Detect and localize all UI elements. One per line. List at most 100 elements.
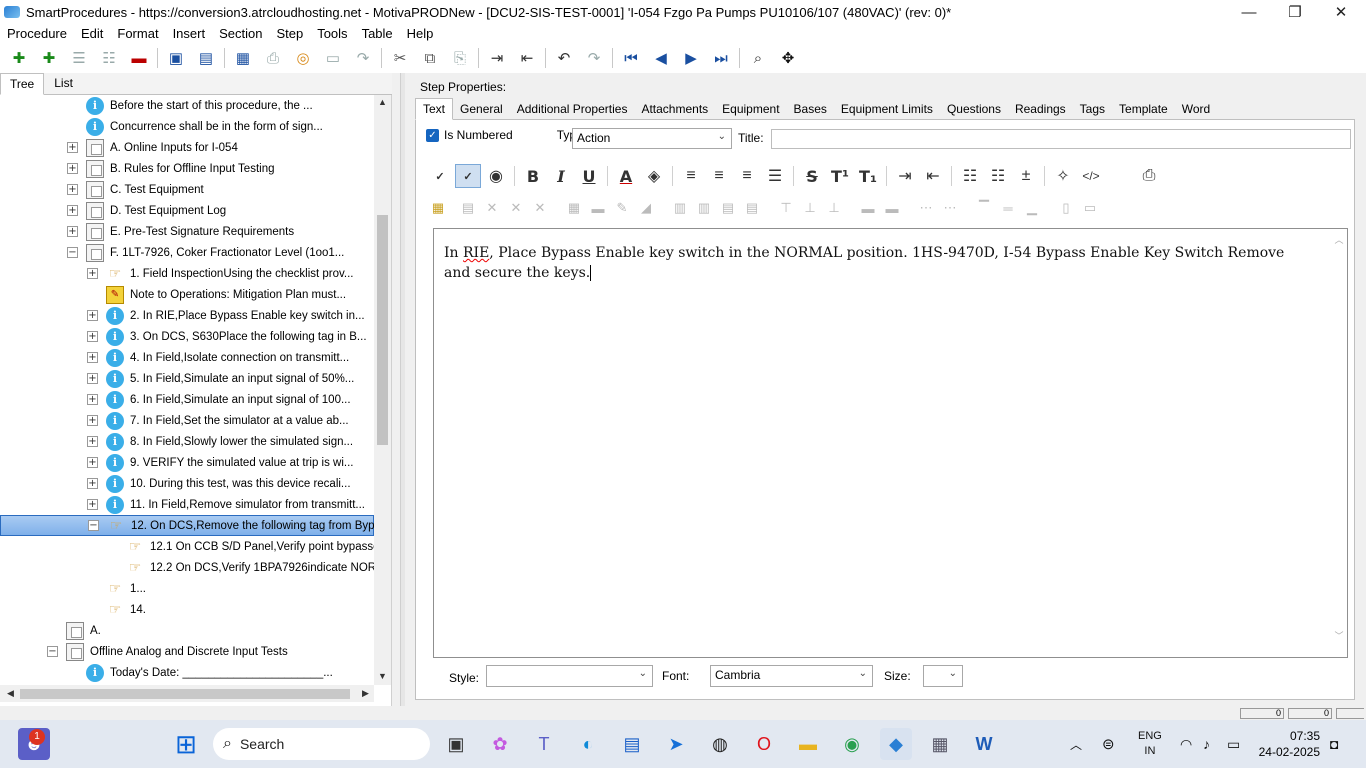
export-icon[interactable]: ▦ (232, 47, 254, 69)
paste-icon[interactable]: ⎘ (449, 47, 471, 69)
italic-button[interactable]: I (548, 164, 574, 188)
taskbar-search[interactable]: ⌕ Search (213, 728, 430, 760)
next-icon[interactable]: ▶ (680, 47, 702, 69)
tab-word[interactable]: Word (1175, 99, 1217, 119)
insert-table-icon[interactable]: ▦ (427, 198, 449, 218)
tree-node[interactable]: i Concurrence shall be in the form of sig… (0, 116, 374, 137)
tree-node[interactable]: + i 2. In RIE,Place Bypass Enable key swit… (0, 305, 374, 326)
distribute-cols-icon[interactable]: ⋯ (939, 198, 961, 218)
file-explorer-icon[interactable]: ▬ (792, 728, 824, 760)
align-left-icon[interactable]: ≡ (678, 164, 704, 188)
cell-fill-icon[interactable]: ◢ (635, 198, 657, 218)
column-width-icon[interactable]: ▯ (1055, 198, 1077, 218)
add-sub-icon[interactable]: ✚ (38, 47, 60, 69)
expand-icon[interactable]: + (67, 184, 78, 195)
tab-equipment-limits[interactable]: Equipment Limits (834, 99, 940, 119)
scroll-down-icon[interactable]: ▼ (374, 671, 391, 681)
menu-tools[interactable]: Tools (310, 26, 354, 41)
tab-readings[interactable]: Readings (1008, 99, 1073, 119)
expand-icon[interactable]: + (87, 457, 98, 468)
collapse-icon[interactable]: − (88, 520, 99, 531)
maximize-button[interactable]: ❐ (1272, 0, 1318, 24)
justify-icon[interactable]: ☰ (762, 164, 788, 188)
save-all-icon[interactable]: ▣ (165, 47, 187, 69)
tree-node[interactable]: + i 9. VERIFY the simulated value at trip … (0, 452, 374, 473)
tab-tree[interactable]: Tree (0, 73, 45, 95)
tree-node[interactable]: − Offline Analog and Discrete Input Tests (0, 641, 374, 662)
last-icon[interactable]: ⏭ (710, 47, 732, 69)
tab-bases[interactable]: Bases (787, 99, 834, 119)
edge-icon[interactable]: ◐ (572, 728, 604, 760)
html-code-icon[interactable]: </> (1078, 164, 1104, 188)
language-indicator[interactable]: ENG IN (1138, 720, 1162, 768)
font-select[interactable]: Cambria ⌄ (710, 665, 873, 687)
scroll-right-icon[interactable]: ▶ (357, 688, 374, 699)
insert-line-icon[interactable]: ± (1013, 164, 1039, 188)
store-icon[interactable]: ▤ (616, 728, 648, 760)
tree-node[interactable]: + i 7. In Field,Set the simulator at a val… (0, 410, 374, 431)
outdent-icon[interactable]: ⇤ (516, 47, 538, 69)
is-numbered-checkbox[interactable]: ✓ (426, 128, 439, 142)
align-middle-icon[interactable]: ⊥ (799, 198, 821, 218)
expand-icon[interactable]: + (87, 436, 98, 447)
color-wheel-icon[interactable]: ◉ (483, 164, 509, 188)
step-text[interactable]: In RIE, Place Bypass Enable key switch i… (444, 243, 1314, 283)
tree-node[interactable]: i Before the start of this procedure, the… (0, 95, 374, 116)
collapse-icon[interactable]: − (67, 247, 78, 258)
highlight-icon[interactable]: ◈ (641, 164, 667, 188)
tab-attachments[interactable]: Attachments (634, 99, 715, 119)
first-icon[interactable]: ⏮ (620, 47, 642, 69)
word-icon[interactable]: W (968, 728, 1000, 760)
merge-cells-icon[interactable]: ▬ (857, 198, 879, 218)
font-color-icon[interactable]: A (613, 164, 639, 188)
print-icon[interactable]: ⎙ (1136, 164, 1162, 188)
spellcheck-icon[interactable]: ✓ (427, 164, 453, 188)
tree-node[interactable]: + E. Pre-Test Signature Requirements (0, 221, 374, 242)
wifi-icon[interactable]: ◠ (1180, 720, 1192, 768)
bullet-list-icon[interactable]: ☷ (957, 164, 983, 188)
system-clock[interactable]: 07:35 24-02-2025 (1255, 728, 1320, 760)
prev-icon[interactable]: ◀ (650, 47, 672, 69)
minimize-button[interactable]: — (1226, 0, 1272, 24)
windows-start-icon[interactable]: ⊞ (170, 728, 202, 760)
align-center-icon[interactable]: ≡ (706, 164, 732, 188)
tree-node[interactable]: ☞ 12.2 On DCS,Verify 1BPA7926indicate NOR… (0, 557, 374, 578)
collapse-icon[interactable]: − (47, 646, 58, 657)
menu-table[interactable]: Table (355, 26, 400, 41)
menu-section[interactable]: Section (212, 26, 269, 41)
opera-icon[interactable]: O (748, 728, 780, 760)
cut-icon[interactable]: ✂ (389, 47, 411, 69)
scroll-left-icon[interactable]: ◀ (2, 688, 19, 699)
expand-icon[interactable]: + (87, 268, 98, 279)
tree-node[interactable]: + ☞ 1. Field InspectionUsing the checklist… (0, 263, 374, 284)
tree-node[interactable]: + B. Rules for Offline Input Testing (0, 158, 374, 179)
tree-node[interactable]: ☞ 12.1 On CCB S/D Panel,Verify point bypa… (0, 536, 374, 557)
table-delete-rows-icon[interactable]: ✕ (505, 198, 527, 218)
task-view-icon[interactable]: ▣ (440, 728, 472, 760)
tree-node[interactable]: + i 6. In Field,Simulate an input signal o… (0, 389, 374, 410)
tree-vertical-scrollbar[interactable]: ▲ ▼ (374, 95, 391, 685)
expand-icon[interactable]: + (87, 331, 98, 342)
tree-node[interactable]: + C. Test Equipment (0, 179, 374, 200)
scroll-thumb[interactable] (377, 215, 388, 445)
expand-icon[interactable]: + (67, 205, 78, 216)
subscript-icon[interactable]: T₁ (855, 164, 881, 188)
insert-col-right-icon[interactable]: ▥ (693, 198, 715, 218)
tab-questions[interactable]: Questions (940, 99, 1008, 119)
list-icon[interactable]: ☰ (68, 47, 90, 69)
outdent-icon[interactable]: ⇤ (920, 164, 946, 188)
table-props-icon[interactable]: ▤ (457, 198, 479, 218)
numbered-list-icon[interactable]: ☷ (985, 164, 1011, 188)
expand-icon[interactable]: + (87, 499, 98, 510)
split-cells-icon[interactable]: ▬ (881, 198, 903, 218)
table-delete-icon[interactable]: ✕ (481, 198, 503, 218)
insert-col-left-icon[interactable]: ▥ (669, 198, 691, 218)
table-delete-cols-icon[interactable]: ✕ (529, 198, 551, 218)
expand-icon[interactable]: + (87, 478, 98, 489)
undo-icon[interactable]: ↶ (553, 47, 575, 69)
type-select[interactable]: Action ⌄ (572, 128, 732, 149)
magic-wand-icon[interactable]: ✧ (1050, 164, 1076, 188)
tab-additional-properties[interactable]: Additional Properties (510, 99, 635, 119)
indent-icon[interactable]: ⇥ (892, 164, 918, 188)
tree-horizontal-scrollbar[interactable]: ◀ ▶ (0, 685, 374, 702)
